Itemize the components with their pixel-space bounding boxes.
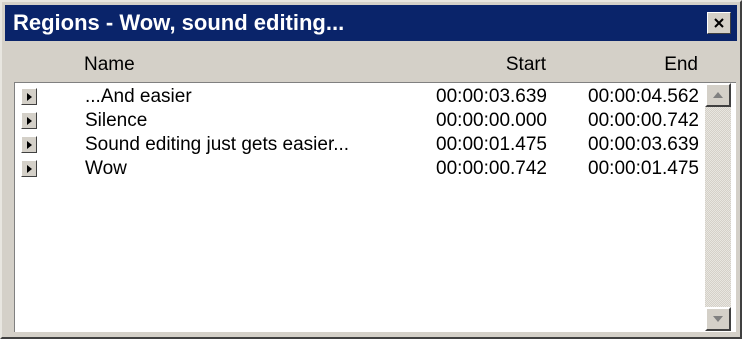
vertical-scrollbar[interactable] <box>705 83 731 331</box>
window-title: Regions - Wow, sound editing... <box>13 10 345 35</box>
play-icon[interactable] <box>21 112 37 129</box>
region-end: 00:00:00.742 <box>588 110 699 131</box>
region-start: 00:00:03.639 <box>436 86 547 107</box>
region-row[interactable]: Silence 00:00:00.000 00:00:00.742 <box>15 109 705 133</box>
region-row[interactable]: Sound editing just gets easier... 00:00:… <box>15 133 705 157</box>
play-icon[interactable] <box>21 160 37 177</box>
region-start: 00:00:00.742 <box>436 158 547 179</box>
region-row[interactable]: Wow 00:00:00.742 00:00:01.475 <box>15 157 705 181</box>
regions-window: Regions - Wow, sound editing... Name Sta… <box>0 0 742 339</box>
regions-list[interactable]: ...And easier 00:00:03.639 00:00:04.562 … <box>14 82 736 332</box>
column-header-start[interactable]: Start <box>506 54 546 76</box>
scroll-down-button[interactable] <box>705 307 731 331</box>
region-end: 00:00:03.639 <box>588 134 699 155</box>
scroll-up-button[interactable] <box>705 83 731 107</box>
region-name: Sound editing just gets easier... <box>85 134 350 155</box>
play-icon[interactable] <box>21 88 37 105</box>
region-start: 00:00:01.475 <box>436 134 547 155</box>
region-name: Wow <box>85 158 127 179</box>
region-start: 00:00:00.000 <box>436 110 547 131</box>
scroll-up-arrow-icon <box>712 86 724 104</box>
play-icon[interactable] <box>21 136 37 153</box>
region-end: 00:00:01.475 <box>588 158 699 179</box>
scroll-down-arrow-icon <box>712 310 724 328</box>
column-header-name[interactable]: Name <box>84 54 135 76</box>
close-button[interactable] <box>707 12 731 34</box>
region-name: Silence <box>85 110 148 131</box>
title-bar[interactable]: Regions - Wow, sound editing... <box>5 5 737 41</box>
region-end: 00:00:04.562 <box>588 86 699 107</box>
close-icon <box>714 18 724 28</box>
region-row[interactable]: ...And easier 00:00:03.639 00:00:04.562 <box>15 85 705 109</box>
region-name: ...And easier <box>85 86 192 107</box>
column-header-end[interactable]: End <box>664 54 698 76</box>
column-header-row: Name Start End <box>14 50 702 80</box>
